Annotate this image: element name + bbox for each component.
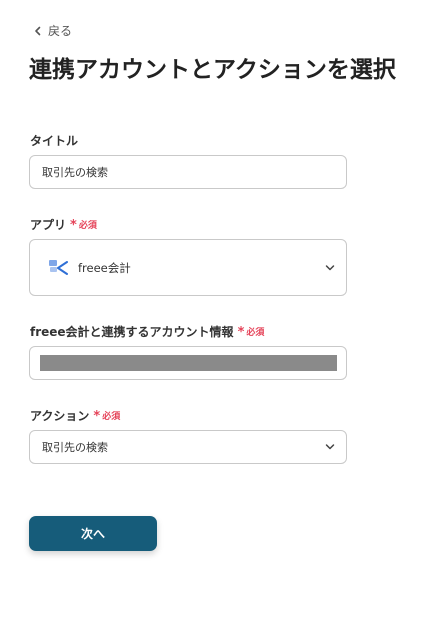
app-field-label: アプリ * 必須	[30, 218, 97, 233]
redacted-account-value	[40, 355, 337, 371]
back-link[interactable]: 戻る	[33, 22, 72, 39]
action-field-label: アクション * 必須	[30, 409, 121, 424]
chevron-left-icon	[35, 26, 41, 35]
app-select[interactable]: freee会計	[29, 239, 347, 296]
title-input[interactable]	[30, 156, 346, 188]
app-select-value: freee会計	[78, 260, 131, 275]
title-field-label: タイトル	[30, 134, 79, 148]
chevron-down-icon	[325, 264, 335, 270]
action-select[interactable]: 取引先の検索	[29, 430, 347, 464]
page-title: 連携アカウントとアクションを選択	[29, 57, 396, 83]
required-badge: * 必須	[70, 218, 97, 233]
title-field[interactable]	[29, 155, 347, 189]
freee-logo-icon	[49, 259, 68, 275]
back-label: 戻る	[48, 24, 73, 38]
account-field-label: freee会計と連携するアカウント情報 * 必須	[30, 325, 265, 340]
required-badge: * 必須	[237, 325, 265, 340]
account-select[interactable]	[29, 346, 347, 380]
action-select-value: 取引先の検索	[42, 441, 108, 454]
next-button[interactable]: 次へ	[29, 516, 157, 551]
chevron-down-icon	[325, 444, 335, 450]
required-badge: * 必須	[93, 409, 121, 424]
